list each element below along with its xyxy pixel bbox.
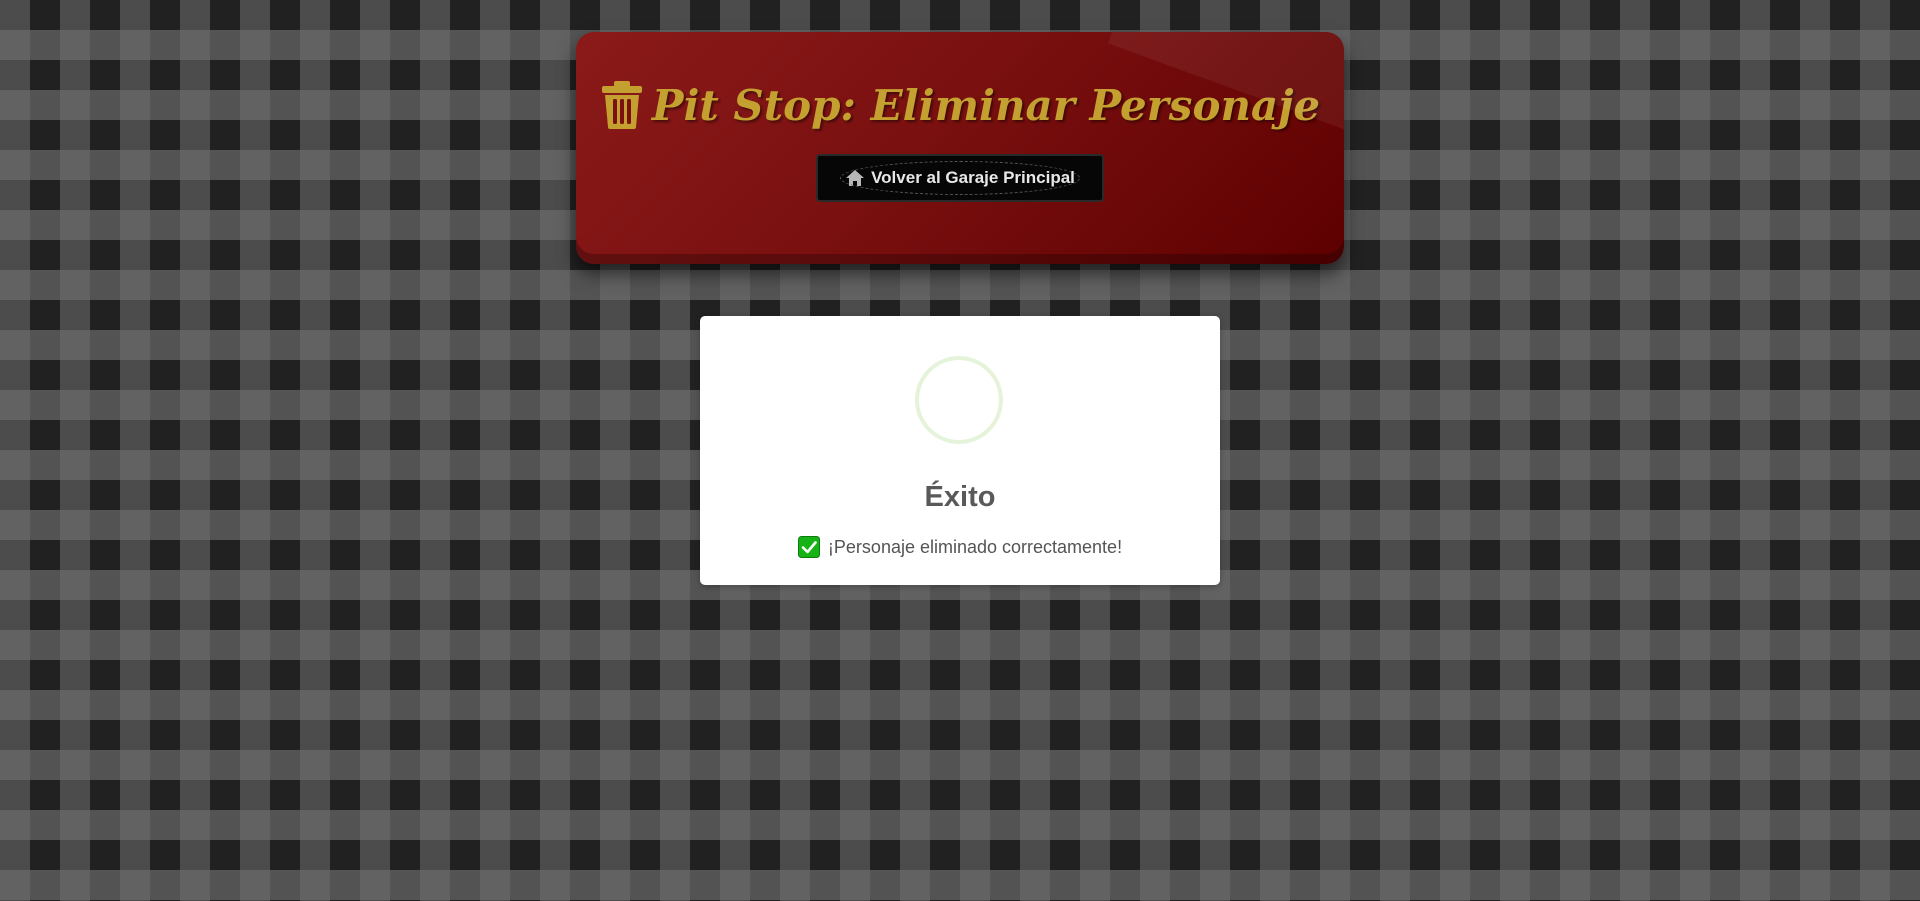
page-title-row: Pit Stop: Eliminar Personaje <box>576 80 1344 130</box>
dialog-message-text: ¡Personaje eliminado correctamente! <box>827 536 1123 557</box>
check-mark-icon <box>797 536 820 558</box>
dialog-title: Éxito <box>924 481 996 513</box>
trash-icon <box>600 80 644 130</box>
success-dialog: Éxito ¡Personaje eliminado correctamente… <box>700 316 1220 585</box>
back-to-main-garage-button[interactable]: Volver al Garaje Principal <box>816 154 1104 202</box>
page-header: Pit Stop: Eliminar Personaje Volver al G… <box>576 32 1344 264</box>
back-to-main-garage-label: Volver al Garaje Principal <box>871 168 1075 187</box>
home-icon <box>845 169 865 187</box>
dialog-message: ¡Personaje eliminado correctamente! <box>700 536 1220 558</box>
page-title: Pit Stop: Eliminar Personaje <box>651 80 1321 130</box>
success-icon <box>915 356 1003 444</box>
